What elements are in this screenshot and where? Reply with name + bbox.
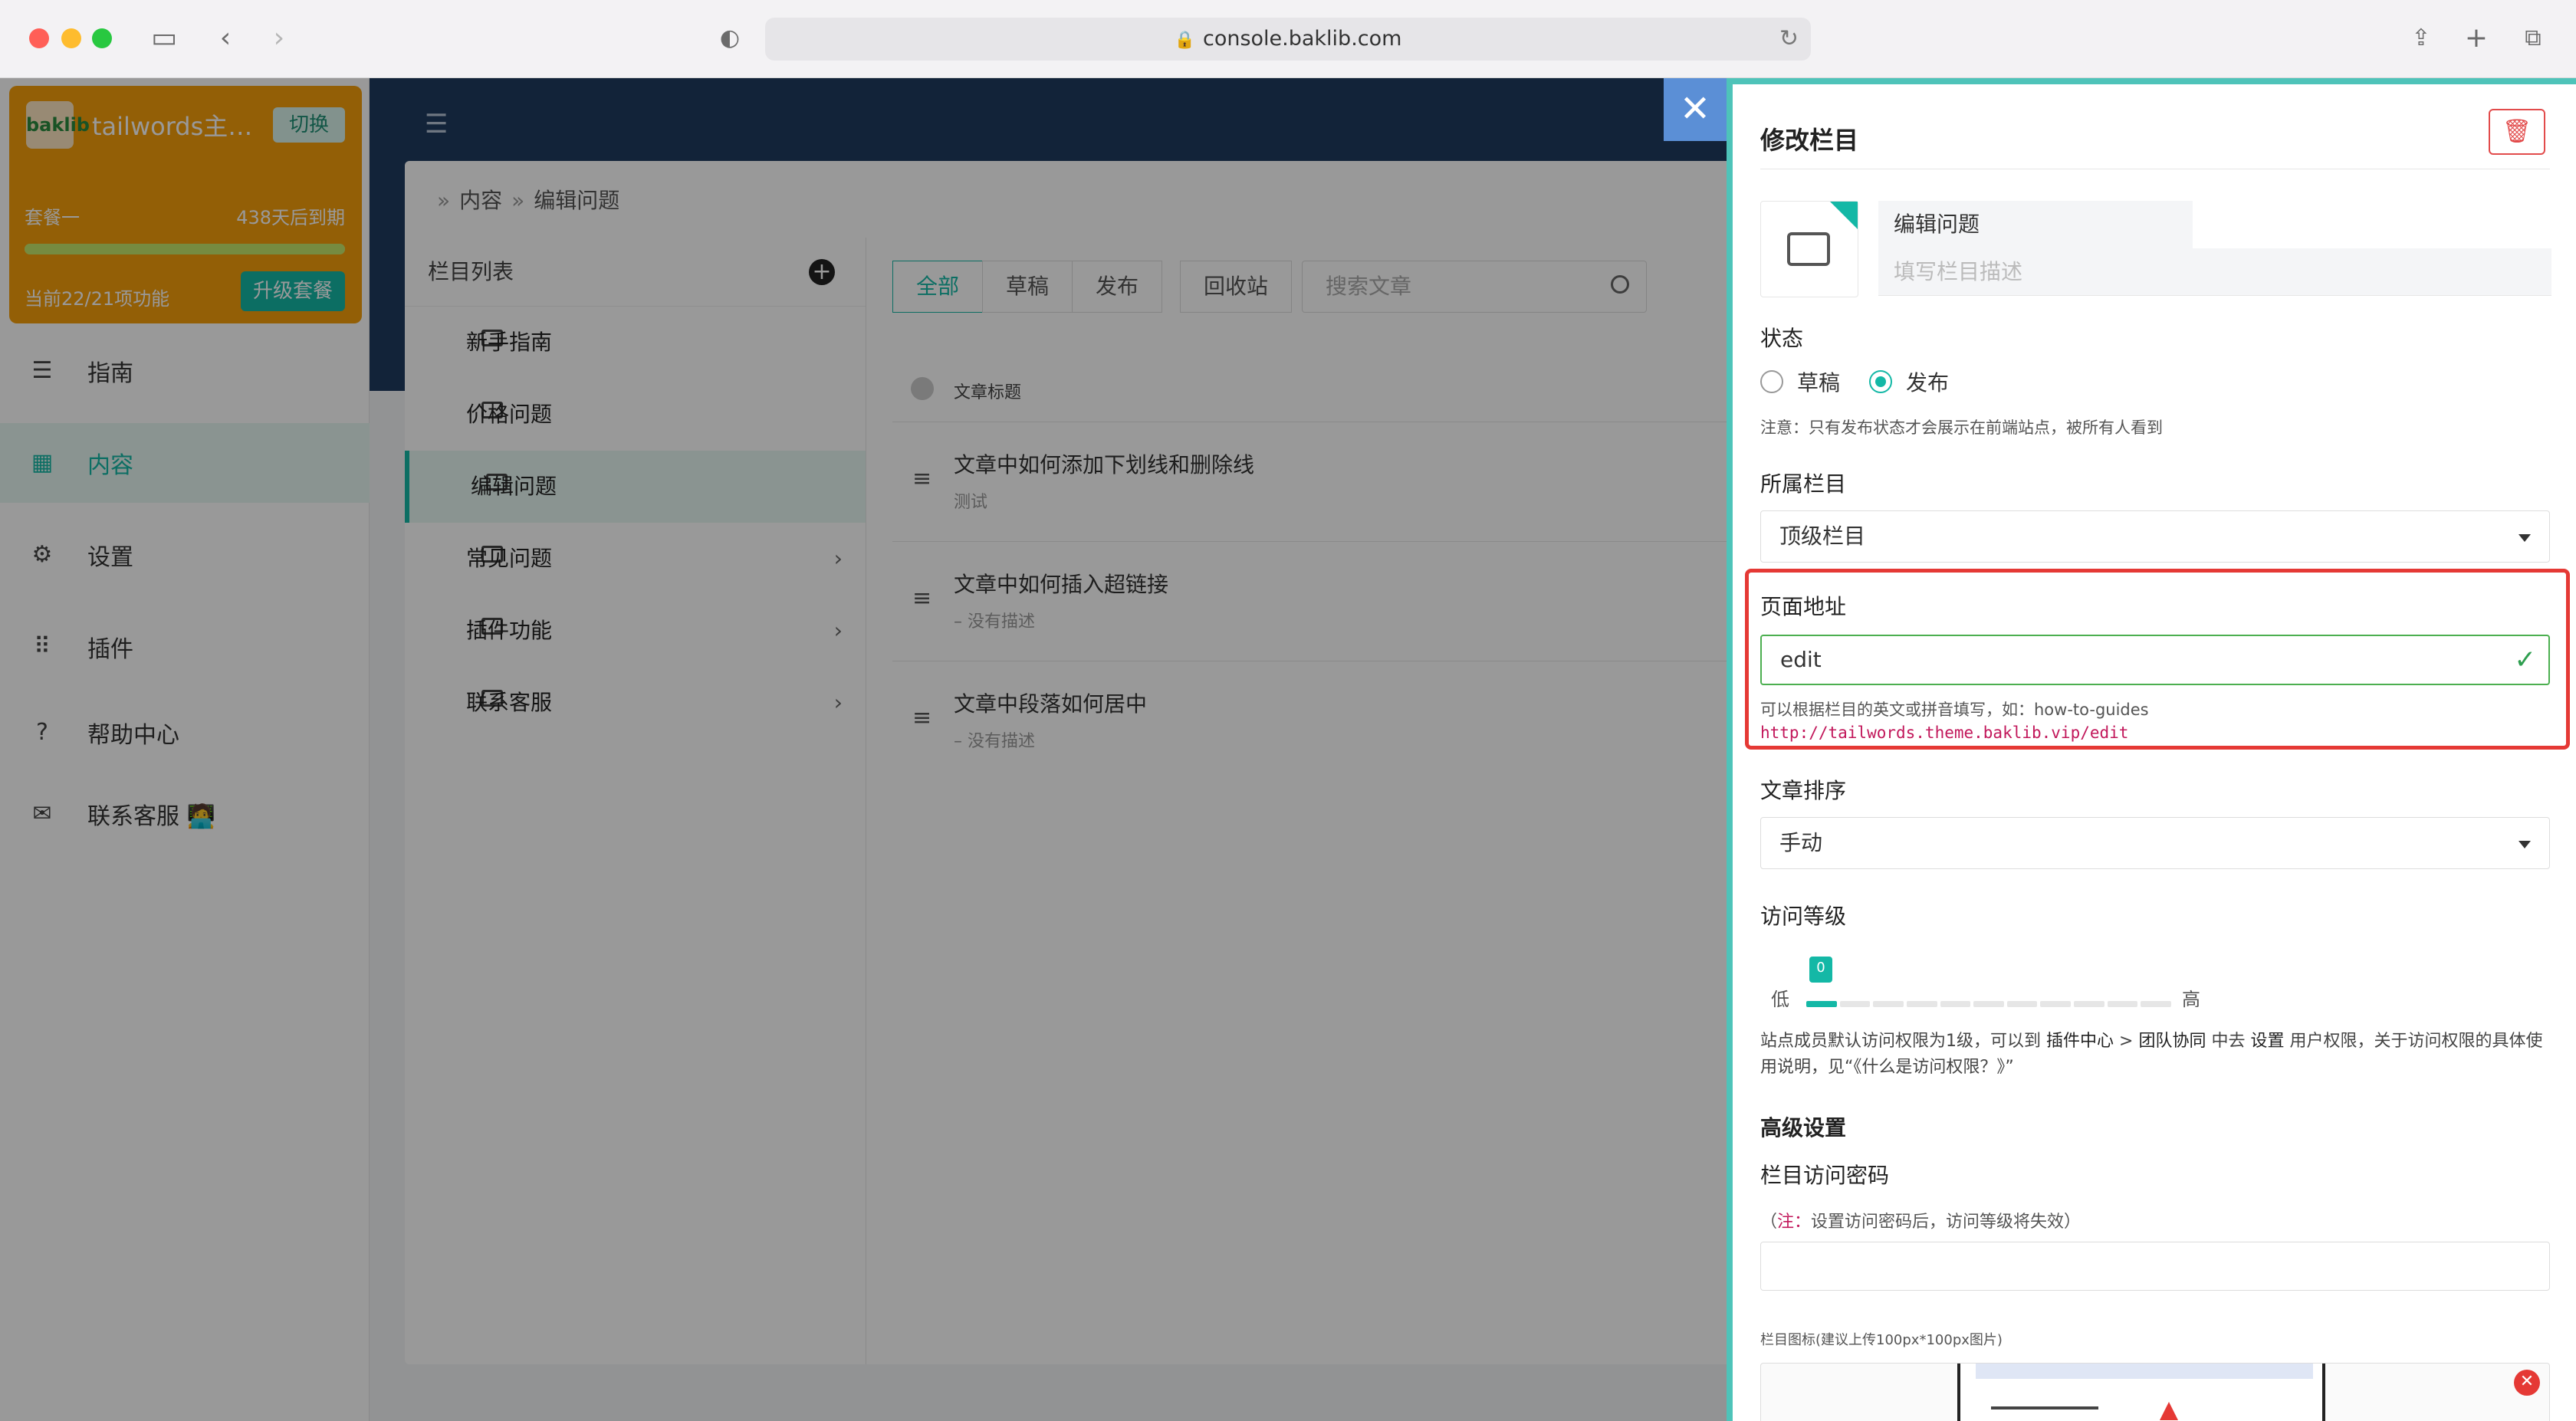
access-high-label: 高 (2182, 989, 2200, 1010)
browser-toolbar: ▭ ‹ › ◐ 🔒 console.baklib.com ↻ ⇪ + ⧉ (0, 0, 2576, 78)
drawer-title: 修改栏目 (1760, 126, 1859, 155)
new-tab-icon[interactable]: + (2459, 21, 2493, 55)
url-text: console.baklib.com (1202, 27, 1402, 51)
password-note: （注：设置访问密码后，访问等级将失效） (1760, 1213, 2082, 1232)
settings-link[interactable]: 设置 (2250, 1032, 2284, 1051)
lock-icon: 🔒 (1174, 31, 1195, 50)
edit-corner-icon[interactable] (1830, 202, 1858, 229)
remove-image-icon[interactable]: ✕ (2514, 1370, 2540, 1396)
check-icon: ✓ (2514, 645, 2537, 675)
maximize-window-button[interactable] (92, 28, 112, 48)
page-url-input[interactable]: edit ✓ (1760, 635, 2550, 685)
privacy-shield-icon[interactable]: ◐ (713, 21, 747, 55)
status-draft-radio[interactable] (1760, 370, 1783, 393)
app-root: baklib tailwords主题... 切换 套餐一 438天后到期 当前2… (0, 78, 2576, 1421)
page-url-hint: 可以根据栏目的英文或拼音填写，如：how-to-guides (1760, 701, 2149, 719)
article-sort-label: 文章排序 (1760, 778, 1847, 803)
delete-column-button[interactable]: 🗑 (2489, 109, 2545, 155)
column-icon-preview[interactable] (1760, 201, 1858, 297)
column-password-input[interactable] (1760, 1242, 2550, 1291)
access-level-segment[interactable] (1973, 1001, 2004, 1007)
parent-column-label: 所属栏目 (1760, 471, 1847, 497)
column-name-input[interactable]: 编辑问题 (1878, 201, 2193, 248)
access-level-segment[interactable] (1873, 1001, 1904, 1007)
access-level-segment[interactable] (1806, 1001, 1837, 1007)
access-level-slider[interactable] (1806, 1001, 2174, 1007)
access-level-segment[interactable] (2141, 1001, 2172, 1007)
page-url-full[interactable]: http://tailwords.theme.baklib.vip/edit (1760, 724, 2128, 742)
plugin-center-link[interactable]: 插件中心 (2046, 1032, 2114, 1051)
page-url-value: edit (1780, 647, 1822, 672)
access-level-segment[interactable] (2006, 1001, 2038, 1007)
status-radio-group: 草稿 发布 (1760, 366, 1978, 397)
close-drawer-button[interactable]: ✕ (1664, 78, 1727, 141)
access-level-value: 0 (1809, 957, 1832, 983)
uploaded-image-preview (1957, 1364, 2325, 1421)
parent-column-value: 顶级栏目 (1779, 523, 1866, 549)
column-desc-input[interactable]: 填写栏目描述 (1878, 248, 2551, 296)
access-level-segment[interactable] (2040, 1001, 2072, 1007)
access-level-segment[interactable] (1839, 1001, 1871, 1007)
access-level-segment[interactable] (2107, 1001, 2138, 1007)
access-level-segment[interactable] (2074, 1001, 2104, 1007)
status-note: 注意：只有发布状态才会展示在前端站点，被所有人看到 (1760, 418, 2163, 437)
column-icon-upload[interactable]: ✕ (1760, 1363, 2550, 1421)
forward-icon[interactable]: › (262, 21, 296, 55)
page-url-label: 页面地址 (1760, 594, 1847, 619)
access-level-segment[interactable] (1940, 1001, 1971, 1007)
edit-column-drawer: 修改栏目 🗑 编辑问题 填写栏目描述 状态 草稿 发布 注意：只有发布状态才会展… (1727, 78, 2576, 1421)
share-icon[interactable]: ⇪ (2404, 21, 2438, 55)
status-publish-radio[interactable] (1869, 370, 1893, 393)
advanced-settings-heading: 高级设置 (1760, 1115, 1847, 1140)
status-label: 状态 (1760, 326, 1804, 351)
article-sort-value: 手动 (1779, 830, 1823, 855)
article-sort-select[interactable]: 手动 (1760, 817, 2550, 869)
sidebar-toggle-icon[interactable]: ▭ (147, 21, 181, 55)
team-collab-link[interactable]: 团队协同 (2138, 1032, 2206, 1051)
column-icon-label: 栏目图标(建议上传100px*100px图片) (1760, 1332, 2003, 1348)
status-publish-label[interactable]: 发布 (1906, 366, 1949, 397)
close-window-button[interactable] (29, 28, 49, 48)
status-draft-label[interactable]: 草稿 (1797, 366, 1840, 397)
access-level-label: 访问等级 (1760, 904, 1847, 929)
trash-icon: 🗑 (2502, 118, 2532, 145)
access-low-label: 低 (1771, 989, 1789, 1010)
back-icon[interactable]: ‹ (209, 21, 242, 55)
column-password-label: 栏目访问密码 (1760, 1163, 1890, 1188)
minimize-window-button[interactable] (61, 28, 81, 48)
tab-overview-icon[interactable]: ⧉ (2516, 21, 2550, 55)
access-level-segment[interactable] (1906, 1001, 1937, 1007)
parent-column-select[interactable]: 顶级栏目 (1760, 510, 2550, 563)
reload-icon[interactable]: ↻ (1779, 25, 1799, 52)
address-bar[interactable]: 🔒 console.baklib.com ↻ (765, 18, 1811, 61)
chevron-down-icon (2518, 534, 2531, 542)
access-help-text: 站点成员默认访问权限为1级，可以到 插件中心 > 团队协同 中去 设置 用户权限… (1760, 1032, 2543, 1077)
chevron-down-icon (2518, 841, 2531, 848)
folder-icon (1787, 232, 1830, 266)
